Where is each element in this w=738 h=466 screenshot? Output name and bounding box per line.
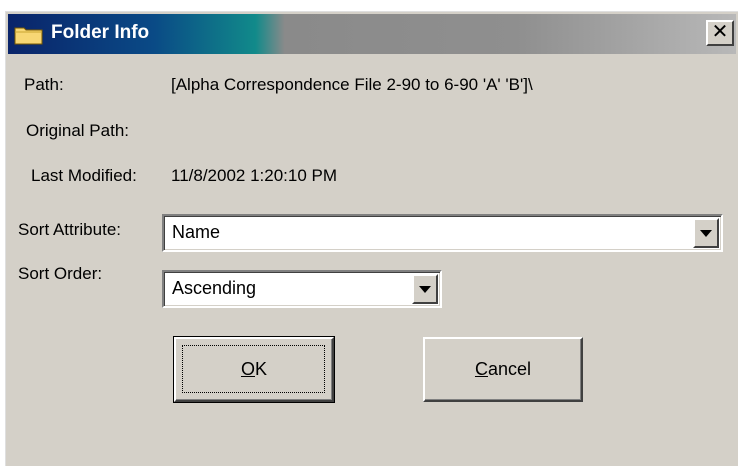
ok-button[interactable]: OK [173,336,335,403]
title-bar[interactable]: Folder Info ✕ [8,14,736,54]
last-modified-label: Last Modified: [31,166,137,185]
ok-button-label: OK [240,359,268,379]
sort-order-value: Ascending [172,278,257,298]
path-value: [Alpha Correspondence File 2-90 to 6-90 … [171,75,533,94]
sort-attribute-label: Sort Attribute: [18,220,121,239]
sort-order-dropdown-button[interactable] [412,274,438,304]
last-modified-value: 11/8/2002 1:20:10 PM [171,166,338,185]
cancel-button-label: Cancel [474,359,532,379]
cancel-button[interactable]: Cancel [423,337,583,402]
sort-attribute-dropdown-button[interactable] [693,218,719,248]
sort-attribute-dropdown[interactable]: Name [162,214,723,252]
sort-order-dropdown[interactable]: Ascending [162,270,442,308]
original-path-label: Original Path: [26,121,129,140]
sort-order-label: Sort Order: [18,264,103,283]
sort-attribute-value: Name [172,222,221,242]
window-title: Folder Info [51,22,150,43]
folder-info-dialog: Folder Info ✕ Path: [Alpha Correspondenc… [5,11,738,466]
chevron-down-icon [419,286,431,293]
close-icon: ✕ [711,21,729,43]
chevron-down-icon [700,230,712,237]
close-button[interactable]: ✕ [706,20,734,46]
folder-icon [14,27,43,45]
path-label: Path: [24,75,64,94]
